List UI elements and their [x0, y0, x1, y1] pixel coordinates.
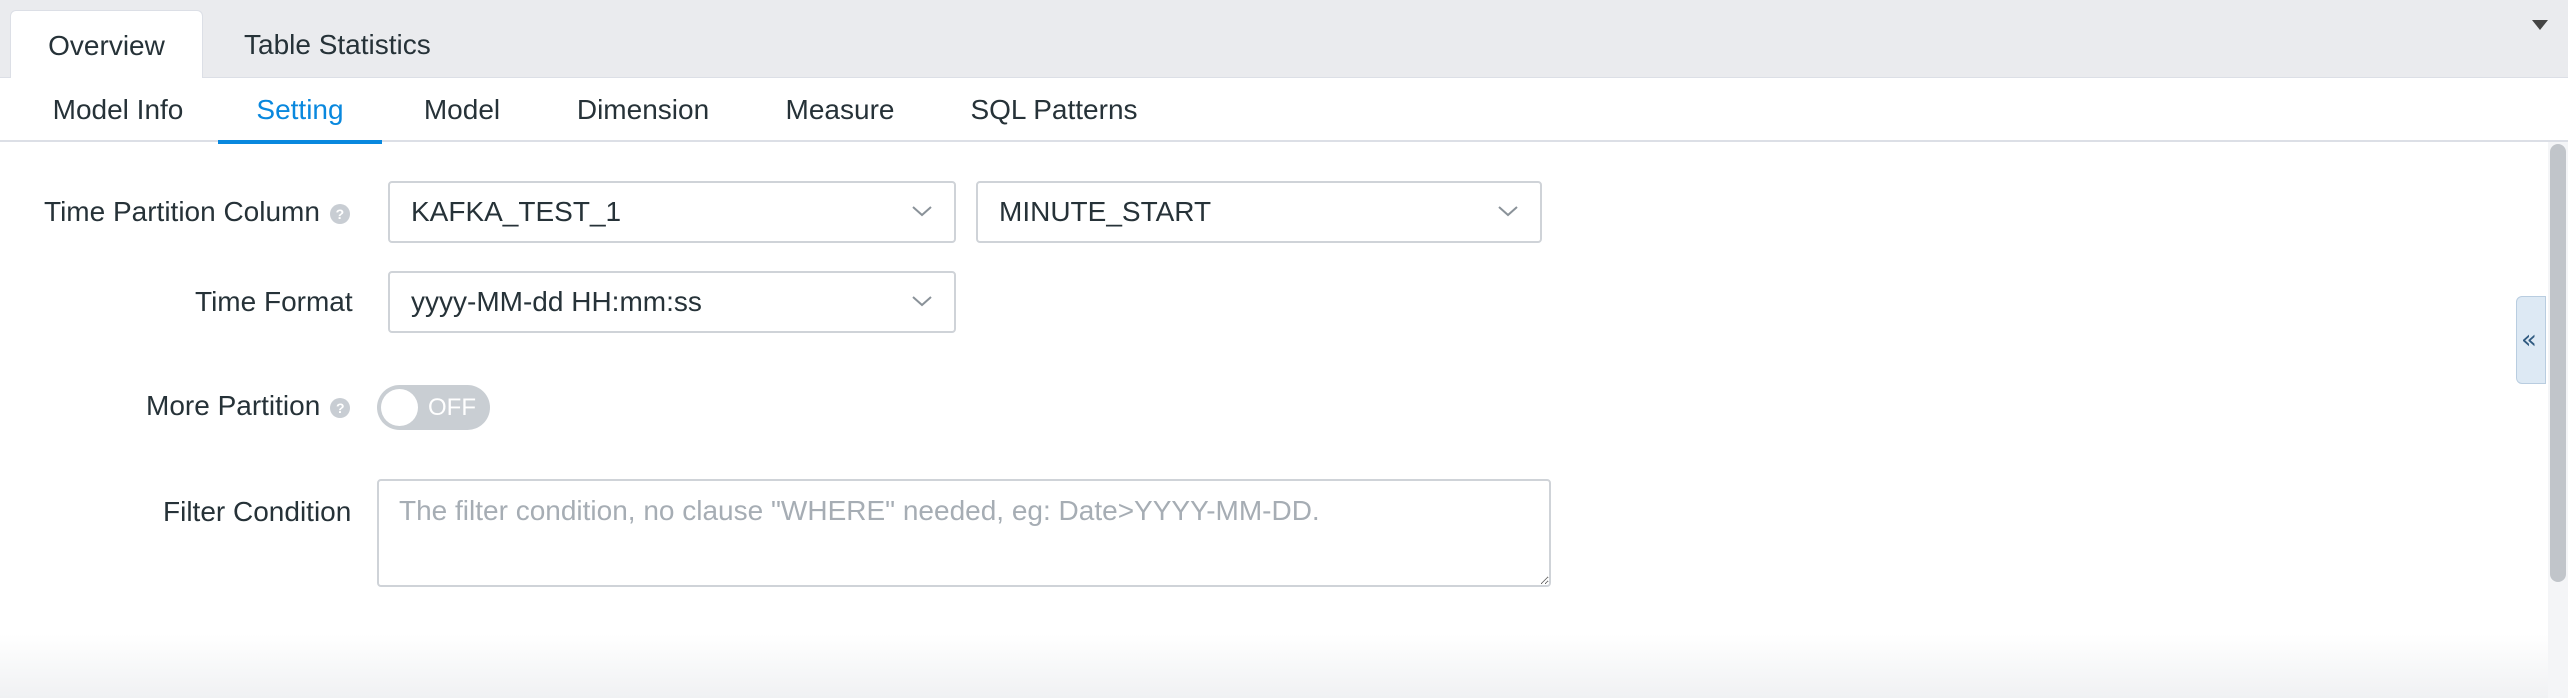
filter-condition-input[interactable]	[377, 479, 1551, 587]
toggle-knob	[381, 389, 418, 426]
scrollbar-thumb[interactable]	[2550, 144, 2566, 582]
more-partition-toggle[interactable]: OFF	[377, 385, 490, 430]
tab-sql-patterns[interactable]: SQL Patterns	[967, 78, 1141, 142]
tab-table-statistics[interactable]: Table Statistics	[204, 10, 471, 79]
filter-condition-label: Filter Condition	[163, 496, 352, 527]
time-format-select[interactable]: yyyy-MM-dd HH:mm:ss	[388, 271, 956, 333]
tab-setting[interactable]: Setting	[218, 78, 382, 144]
more-partition-label-row: More Partition?	[146, 386, 351, 426]
toggle-state-text: OFF	[428, 394, 476, 421]
chevron-down-icon	[912, 296, 932, 307]
partition-table-value: KAFKA_TEST_1	[411, 196, 622, 227]
chevron-down-icon	[912, 206, 932, 217]
top-tab-bar: Overview Table Statistics	[0, 0, 2568, 79]
tab-measure[interactable]: Measure	[784, 78, 896, 142]
partition-column-value: MINUTE_START	[999, 196, 1212, 227]
tab-model-info[interactable]: Model Info	[48, 78, 188, 142]
tab-model[interactable]: Model	[421, 78, 503, 142]
bottom-shadow	[0, 634, 2548, 698]
collapse-panel-button[interactable]: «	[2516, 296, 2546, 384]
partition-column-label-row: Time Partition Column?	[44, 192, 350, 232]
partition-table-select[interactable]: KAFKA_TEST_1	[388, 181, 956, 243]
tab-overview[interactable]: Overview	[10, 10, 203, 79]
setting-form: Time Partition Column? KAFKA_TEST_1 MINU…	[0, 144, 2540, 634]
more-partition-label: More Partition	[146, 390, 321, 421]
double-chevron-left-icon: «	[2521, 325, 2537, 355]
time-format-value: yyyy-MM-dd HH:mm:ss	[411, 286, 702, 317]
partition-column-select[interactable]: MINUTE_START	[976, 181, 1542, 243]
partition-column-label: Time Partition Column	[44, 196, 320, 227]
sub-tab-bar: Model Info Setting Model Dimension Measu…	[0, 78, 2568, 144]
question-circle-icon[interactable]: ?	[330, 397, 351, 418]
time-format-label: Time Format	[195, 286, 353, 317]
caret-down-icon[interactable]	[2530, 18, 2550, 32]
question-circle-icon[interactable]: ?	[329, 203, 350, 224]
tab-dimension[interactable]: Dimension	[575, 78, 711, 142]
chevron-down-icon	[1498, 206, 1518, 217]
